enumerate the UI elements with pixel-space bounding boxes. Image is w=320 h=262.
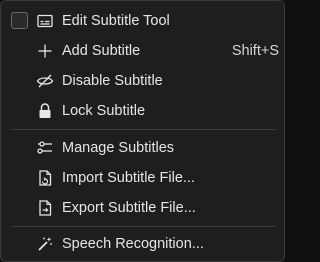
menu-item-label: Edit Subtitle Tool xyxy=(62,13,170,29)
edit-subtitle-tool-checkbox[interactable] xyxy=(11,12,28,29)
sliders-icon xyxy=(36,139,54,157)
menu-item-label: Import Subtitle File... xyxy=(62,170,195,186)
eye-slash-icon xyxy=(36,72,54,90)
menu-item-label: Manage Subtitles xyxy=(62,140,175,156)
subtitle-tool-icon xyxy=(36,12,54,30)
menu-separator xyxy=(11,129,276,130)
plus-icon xyxy=(36,42,54,60)
menu-item-lock-subtitle[interactable]: Lock Subtitle xyxy=(1,97,284,125)
magic-wand-icon xyxy=(36,235,54,253)
menu-item-label: Disable Subtitle xyxy=(62,73,163,89)
menu-item-label: Speech Recognition... xyxy=(62,236,204,252)
menu-separator xyxy=(11,226,276,227)
menu-item-label: Add Subtitle xyxy=(62,43,141,59)
menu-item-speech-recognition[interactable]: Speech Recognition... xyxy=(1,230,284,258)
menu-item-add-subtitle[interactable]: Add Subtitle Shift+S xyxy=(1,37,284,65)
lock-icon xyxy=(36,102,54,120)
menu-item-export-subtitle-file[interactable]: Export Subtitle File... xyxy=(1,194,284,222)
menu-item-edit-subtitle-tool[interactable]: Edit Subtitle Tool xyxy=(1,7,284,35)
menu-item-import-subtitle-file[interactable]: Import Subtitle File... xyxy=(1,164,284,192)
export-file-icon xyxy=(36,199,54,217)
context-menu: Edit Subtitle Tool Add Subtitle Shift+S … xyxy=(0,0,285,262)
menu-item-label: Lock Subtitle xyxy=(62,103,146,119)
menu-item-manage-subtitles[interactable]: Manage Subtitles xyxy=(1,134,284,162)
import-file-icon xyxy=(36,169,54,187)
menu-item-disable-subtitle[interactable]: Disable Subtitle xyxy=(1,67,284,95)
menu-item-label: Export Subtitle File... xyxy=(62,200,196,216)
shortcut-label: Shift+S xyxy=(231,43,279,59)
